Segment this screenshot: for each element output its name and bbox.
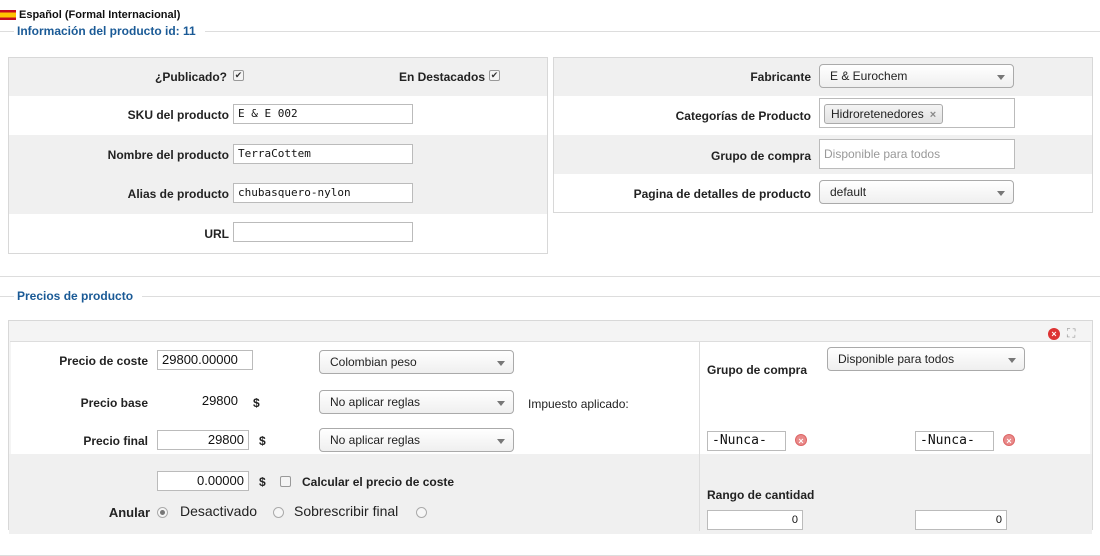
prices-divider xyxy=(699,341,700,531)
date-end-input[interactable]: -Nunca- xyxy=(915,431,994,451)
calc-cost-checkbox[interactable] xyxy=(280,476,291,487)
chevron-down-icon xyxy=(497,439,505,444)
price-shopper-group-label: Grupo de compra xyxy=(707,363,808,377)
expand-icon[interactable]: ⛶ xyxy=(1067,326,1075,341)
quantity-range-label: Rango de cantidad xyxy=(707,488,815,502)
details-page-select[interactable]: default xyxy=(819,180,1014,204)
categories-label: Categorías de Producto xyxy=(675,109,811,123)
details-page-label: Pagina de detalles de producto xyxy=(633,187,811,201)
base-rule-select[interactable]: No aplicar reglas xyxy=(319,390,514,414)
shopper-group-label: Grupo de compra xyxy=(710,149,811,163)
currency-select-value: Colombian peso xyxy=(330,355,417,369)
date-start-input[interactable]: -Nunca- xyxy=(707,431,786,451)
price-shopper-group-value: Disponible para todos xyxy=(838,352,955,366)
product-name-input[interactable]: TerraCottem xyxy=(233,144,413,164)
published-label: ¿Publicado? xyxy=(155,70,227,84)
calc-cost-label: Calcular el precio de coste xyxy=(302,475,455,489)
override-disabled-radio[interactable] xyxy=(157,507,168,518)
currency-select[interactable]: Colombian peso xyxy=(319,350,514,374)
details-page-select-value: default xyxy=(830,185,867,199)
final-currency-symbol: $ xyxy=(259,434,266,448)
override-final-label: Sobrescribir final xyxy=(294,503,399,519)
final-rule-select[interactable]: No aplicar reglas xyxy=(319,428,514,452)
final-price-input[interactable]: 29800 xyxy=(157,430,249,450)
chevron-down-icon xyxy=(497,361,505,366)
qty-end-input[interactable]: 0 xyxy=(915,510,1007,530)
featured-checkbox[interactable] xyxy=(489,70,500,81)
qty-start-input[interactable]: 0 xyxy=(707,510,803,530)
sku-label: SKU del producto xyxy=(127,108,229,122)
cancel-label: Anular xyxy=(108,505,150,520)
language-header: Español (Formal Internacional) xyxy=(0,8,180,22)
spain-flag-icon xyxy=(0,10,16,20)
product-alias-input[interactable]: chubasquero-nylon xyxy=(233,183,413,203)
prices-hline-1 xyxy=(10,341,1091,342)
final-rule-select-value: No aplicar reglas xyxy=(330,433,421,447)
cost-price-label: Precio de coste xyxy=(59,354,148,368)
category-tag: Hidroretenedores × xyxy=(824,104,944,124)
override-final-radio-1[interactable] xyxy=(273,507,284,518)
tax-applied-label: Impuesto aplicado: xyxy=(528,397,629,411)
product-info-legend: Información del producto id: 11 xyxy=(14,24,205,38)
chevron-down-icon xyxy=(997,191,1005,196)
tag-remove-icon[interactable]: × xyxy=(930,109,936,121)
manufacturer-label: Fabricante xyxy=(750,70,811,84)
override-currency-symbol: $ xyxy=(259,475,266,489)
date-end-clear-icon[interactable]: × xyxy=(1003,434,1015,446)
product-alias-label: Alias de producto xyxy=(127,187,229,201)
date-start-clear-icon[interactable]: × xyxy=(795,434,807,446)
close-icon[interactable]: × xyxy=(1048,328,1060,340)
override-final-radio-2[interactable] xyxy=(416,507,427,518)
base-price-label: Precio base xyxy=(80,396,148,410)
base-currency-symbol: $ xyxy=(253,396,260,410)
chevron-down-icon xyxy=(497,401,505,406)
base-rule-select-value: No aplicar reglas xyxy=(330,395,421,409)
prices-legend: Precios de producto xyxy=(14,289,143,303)
manufacturer-select-value: E & Eurochem xyxy=(830,69,908,83)
sku-input[interactable]: E & E 002 xyxy=(233,104,413,124)
cost-price-input[interactable]: 29800.00000 xyxy=(157,350,253,370)
url-input[interactable] xyxy=(233,222,413,242)
featured-label: En Destacados xyxy=(398,70,485,84)
chevron-down-icon xyxy=(1008,358,1016,363)
price-shopper-group-select[interactable]: Disponible para todos xyxy=(827,347,1025,371)
shopper-group-input[interactable]: Disponible para todos xyxy=(819,139,1015,169)
final-price-label: Precio final xyxy=(83,434,148,448)
base-price-input[interactable]: 29800 xyxy=(157,391,243,411)
chevron-down-icon xyxy=(997,75,1005,80)
override-price-input[interactable]: 0.00000 xyxy=(157,471,249,491)
override-disabled-label: Desactivado xyxy=(180,503,258,519)
published-checkbox[interactable] xyxy=(233,70,244,81)
product-name-label: Nombre del producto xyxy=(107,148,229,162)
category-tag-label: Hidroretenedores xyxy=(831,107,924,121)
manufacturer-select[interactable]: E & Eurochem xyxy=(819,64,1014,88)
language-label: Español (Formal Internacional) xyxy=(19,9,181,21)
url-label: URL xyxy=(204,227,229,241)
